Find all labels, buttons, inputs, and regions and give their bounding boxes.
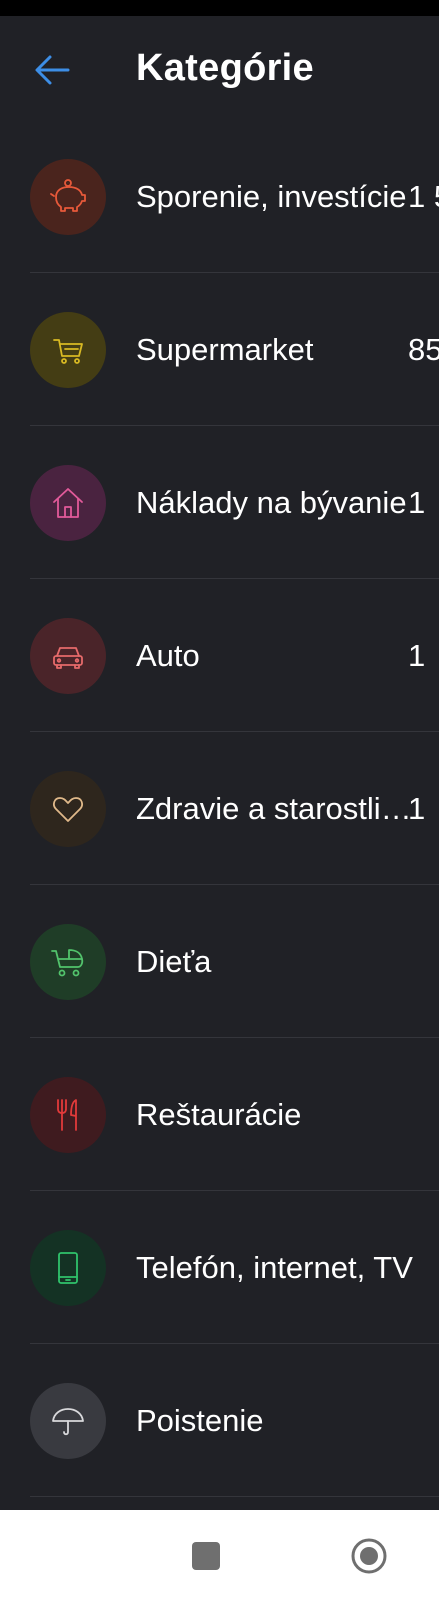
category-icon-circle xyxy=(30,1383,106,1459)
arrow-left-icon xyxy=(35,55,70,85)
category-icon-circle xyxy=(30,771,106,847)
category-row-restaurants[interactable]: Reštaurácie xyxy=(0,1038,439,1191)
category-icon-circle xyxy=(30,618,106,694)
car-icon xyxy=(53,647,83,669)
baby-stroller-icon xyxy=(51,949,84,977)
circle-home-icon[interactable] xyxy=(350,1537,388,1575)
status-bar xyxy=(0,0,439,16)
category-row-telecom[interactable]: Telefón, internet, TV xyxy=(0,1191,439,1344)
category-icon-circle xyxy=(30,1230,106,1306)
category-amount: 1 xyxy=(408,638,426,673)
category-icon-circle xyxy=(30,159,106,235)
cutlery-icon xyxy=(57,1099,77,1131)
heart-icon xyxy=(53,797,83,822)
category-icon-circle xyxy=(30,465,106,541)
mobile-phone-icon xyxy=(58,1252,78,1284)
category-amount: 1 xyxy=(408,791,426,826)
category-icon-circle xyxy=(30,924,106,1000)
category-row-supermarket[interactable]: Supermarket 85 xyxy=(0,273,439,426)
system-navigation-bar xyxy=(0,1510,439,1600)
category-label: Sporenie, investície xyxy=(136,179,407,214)
category-row-housing[interactable]: Náklady na bývanie 1 xyxy=(0,426,439,579)
category-row-health[interactable]: Zdravie a starostlivosť 1 xyxy=(0,732,439,885)
category-label: Poistenie xyxy=(136,1403,264,1438)
category-label: Zdravie a starostlivosť xyxy=(136,791,414,826)
square-icon[interactable] xyxy=(192,1542,220,1570)
piggy-bank-icon xyxy=(50,179,86,212)
category-label: Reštaurácie xyxy=(136,1097,302,1132)
category-amount: 1 5 xyxy=(408,179,439,214)
umbrella-icon xyxy=(52,1408,84,1436)
category-row-savings[interactable]: Sporenie, investície 1 5 xyxy=(0,120,439,273)
category-row-insurance[interactable]: Poistenie xyxy=(0,1344,439,1497)
category-label: Supermarket xyxy=(136,332,314,367)
category-amount: 85 xyxy=(408,332,439,367)
page-title: Kategórie xyxy=(136,47,314,89)
category-label: Dieťa xyxy=(136,944,212,979)
category-label: Auto xyxy=(136,638,200,673)
category-list: Sporenie, investície 1 5 Supermarket 85 xyxy=(0,120,439,1497)
category-label: Náklady na bývanie xyxy=(136,485,407,520)
category-label: Telefón, internet, TV xyxy=(136,1250,413,1285)
category-row-child[interactable]: Dieťa xyxy=(0,885,439,1038)
app-header: Kategórie xyxy=(0,16,439,120)
category-row-auto[interactable]: Auto 1 xyxy=(0,579,439,732)
shopping-cart-icon xyxy=(53,339,83,364)
category-amount: 1 xyxy=(408,485,426,520)
category-icon-circle xyxy=(30,312,106,388)
category-icon-circle xyxy=(30,1077,106,1153)
home-icon xyxy=(53,488,83,518)
back-button[interactable] xyxy=(30,50,74,90)
